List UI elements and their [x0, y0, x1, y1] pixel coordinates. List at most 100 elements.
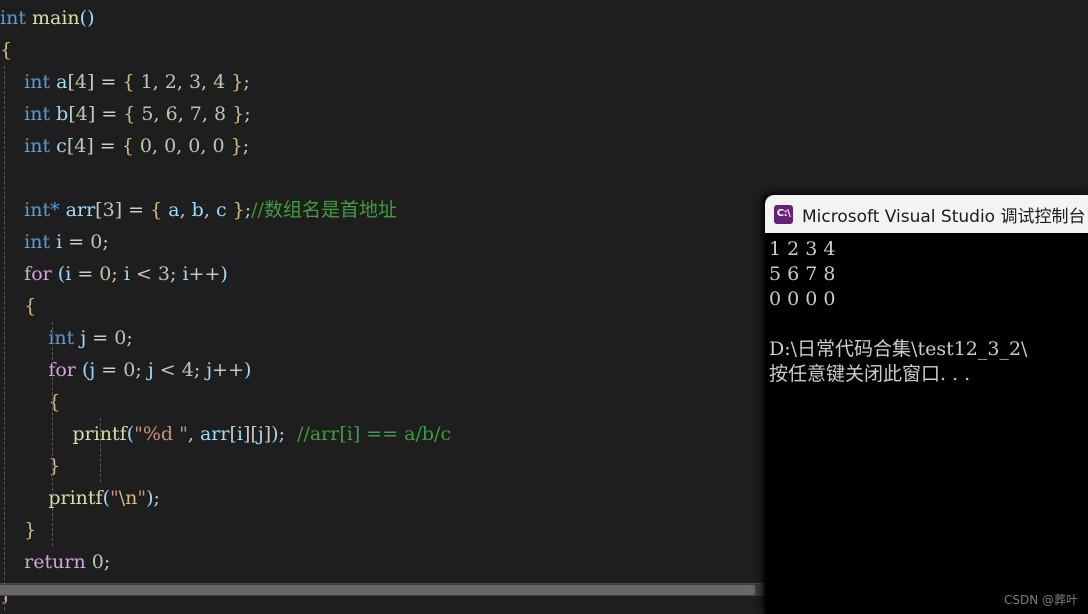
code-token: ": [109, 487, 119, 509]
code-token: 0: [164, 135, 177, 157]
code-token: 4: [213, 71, 226, 93]
code-line[interactable]: }: [0, 450, 766, 482]
code-token: a: [168, 199, 180, 221]
code-token: 0: [114, 327, 127, 349]
code-editor[interactable]: int main(){ int a[4] = { 1, 2, 3, 4 }; i…: [0, 0, 766, 614]
code-token: <: [153, 359, 182, 381]
code-token: ): [244, 359, 252, 381]
code-token: ;: [244, 103, 251, 125]
code-token: ": [137, 487, 147, 509]
code-token: 7: [189, 103, 202, 125]
code-token: 4: [181, 359, 194, 381]
code-token: {: [121, 135, 134, 157]
code-token: ]: [263, 423, 272, 445]
code-token: }: [230, 135, 243, 157]
code-token: ,: [200, 135, 213, 157]
code-token: [: [66, 135, 75, 157]
code-line[interactable]: [0, 162, 766, 194]
code-token: ]: [86, 135, 94, 157]
vs-console-icon: C:\: [774, 204, 793, 224]
code-token: ;: [243, 71, 250, 93]
code-line[interactable]: printf("%d ", arr[i][j]); //arr[i] == a/…: [0, 418, 766, 450]
csdn-watermark: CSDN @葬叶: [1003, 593, 1078, 607]
code-token: 8: [213, 103, 227, 125]
code-token: ;: [193, 359, 207, 381]
code-token: return: [24, 551, 86, 573]
code-token: (): [79, 7, 95, 29]
code-token: \n: [118, 487, 138, 509]
code-token: ,: [187, 423, 200, 445]
code-token: [: [68, 103, 76, 125]
code-token: a: [56, 71, 68, 93]
code-token: 0: [188, 135, 201, 157]
code-token: 0: [123, 359, 136, 381]
code-line[interactable]: for (j = 0; j < 4; j++): [0, 354, 766, 386]
code-line[interactable]: int b[4] = { 5, 6, 7, 8 };: [0, 98, 766, 130]
code-line[interactable]: int* arr[3] = { a, b, c };//数组名是首地址: [0, 194, 766, 226]
code-line[interactable]: return 0;: [0, 546, 766, 578]
code-token: =: [93, 135, 122, 157]
horizontal-scrollbar-thumb[interactable]: [0, 585, 755, 595]
console-title-bar[interactable]: C:\ Microsoft Visual Studio 调试控制台: [765, 195, 1088, 233]
code-token: =: [95, 103, 124, 125]
code-token: printf: [72, 423, 127, 445]
console-output[interactable]: 1 2 3 4 5 6 7 8 0 0 0 0 D:\日常代码合集\test12_3…: [765, 233, 1088, 614]
code-token: =: [71, 263, 100, 285]
code-token: main: [32, 7, 80, 29]
code-token: [: [95, 199, 103, 221]
code-line[interactable]: {: [0, 34, 766, 66]
code-token: }: [232, 103, 245, 125]
code-token: for: [24, 263, 52, 285]
console-window[interactable]: C:\ Microsoft Visual Studio 调试控制台 1 2 3 …: [765, 195, 1088, 614]
code-token: ++: [212, 359, 245, 381]
screenshot-root: int main(){ int a[4] = { 1, 2, 3, 4 }; i…: [0, 0, 1088, 614]
code-line[interactable]: {: [0, 386, 766, 418]
code-token: int: [24, 135, 51, 157]
console-output-line: 按任意键关闭此窗口. . .: [769, 363, 971, 385]
code-token: {: [150, 199, 163, 221]
code-token: ,: [152, 135, 165, 157]
code-line[interactable]: int main(): [0, 2, 766, 34]
horizontal-scrollbar[interactable]: [0, 583, 766, 596]
code-token: arr: [199, 423, 230, 445]
code-line[interactable]: int c[4] = { 0, 0, 0, 0 };: [0, 130, 766, 162]
code-line[interactable]: printf("\n");: [0, 482, 766, 514]
code-token: (: [57, 263, 66, 285]
code-token: for: [48, 359, 76, 381]
code-token: int: [0, 7, 26, 29]
code-lines-container[interactable]: int main(){ int a[4] = { 1, 2, 3, 4 }; i…: [0, 2, 766, 610]
code-token: b: [56, 103, 69, 125]
code-token: ;: [126, 327, 133, 349]
code-token: ;: [170, 263, 183, 285]
code-token: {: [122, 71, 135, 93]
code-token: [: [229, 423, 237, 445]
code-token: ;: [278, 423, 298, 445]
code-token: }: [24, 519, 37, 541]
code-line[interactable]: }: [0, 514, 766, 546]
console-output-line: 0 0 0 0: [769, 288, 836, 310]
code-token: =: [62, 231, 91, 253]
code-token: ,: [176, 71, 189, 93]
code-line[interactable]: int i = 0;: [0, 226, 766, 258]
code-token: ++: [188, 263, 221, 285]
code-token: ;: [242, 135, 250, 157]
code-token: 0: [90, 231, 103, 253]
code-line[interactable]: int a[4] = { 1, 2, 3, 4 };: [0, 66, 766, 98]
code-token: 5: [141, 103, 154, 125]
code-line[interactable]: int j = 0;: [0, 322, 766, 354]
code-token: 0: [139, 135, 152, 157]
code-token: }: [232, 199, 245, 221]
code-token: 0: [99, 263, 112, 285]
vs-console-icon-glyph: C:\: [776, 208, 791, 219]
code-line[interactable]: for (i = 0; i < 3; i++): [0, 258, 766, 290]
code-line[interactable]: {: [0, 290, 766, 322]
